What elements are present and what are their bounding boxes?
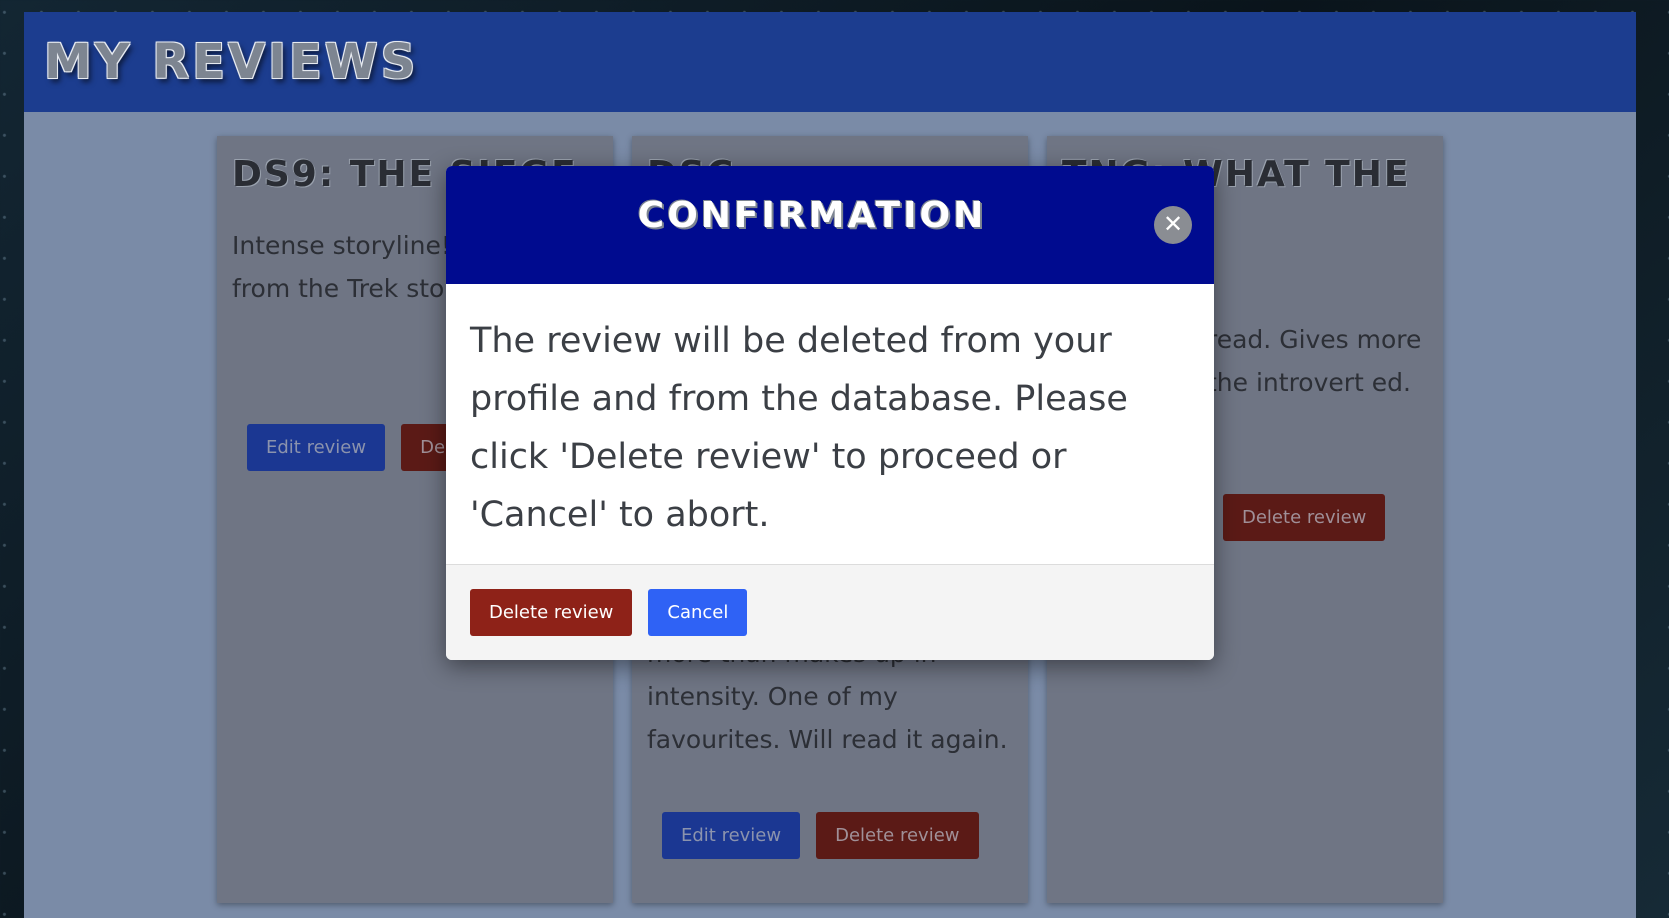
modal-message: The review will be deleted from your pro…	[470, 321, 1128, 535]
modal-body: The review will be deleted from your pro…	[446, 284, 1214, 564]
modal-header: CONFIRMATION ✕	[446, 166, 1214, 284]
modal-backdrop[interactable]: CONFIRMATION ✕ The review will be delete…	[0, 0, 1669, 918]
close-icon[interactable]: ✕	[1154, 206, 1192, 244]
cancel-button[interactable]: Cancel	[648, 589, 748, 636]
confirmation-modal: CONFIRMATION ✕ The review will be delete…	[446, 166, 1214, 660]
modal-title: CONFIRMATION	[637, 194, 987, 236]
modal-footer: Delete review Cancel	[446, 564, 1214, 660]
confirm-delete-button[interactable]: Delete review	[470, 589, 633, 636]
